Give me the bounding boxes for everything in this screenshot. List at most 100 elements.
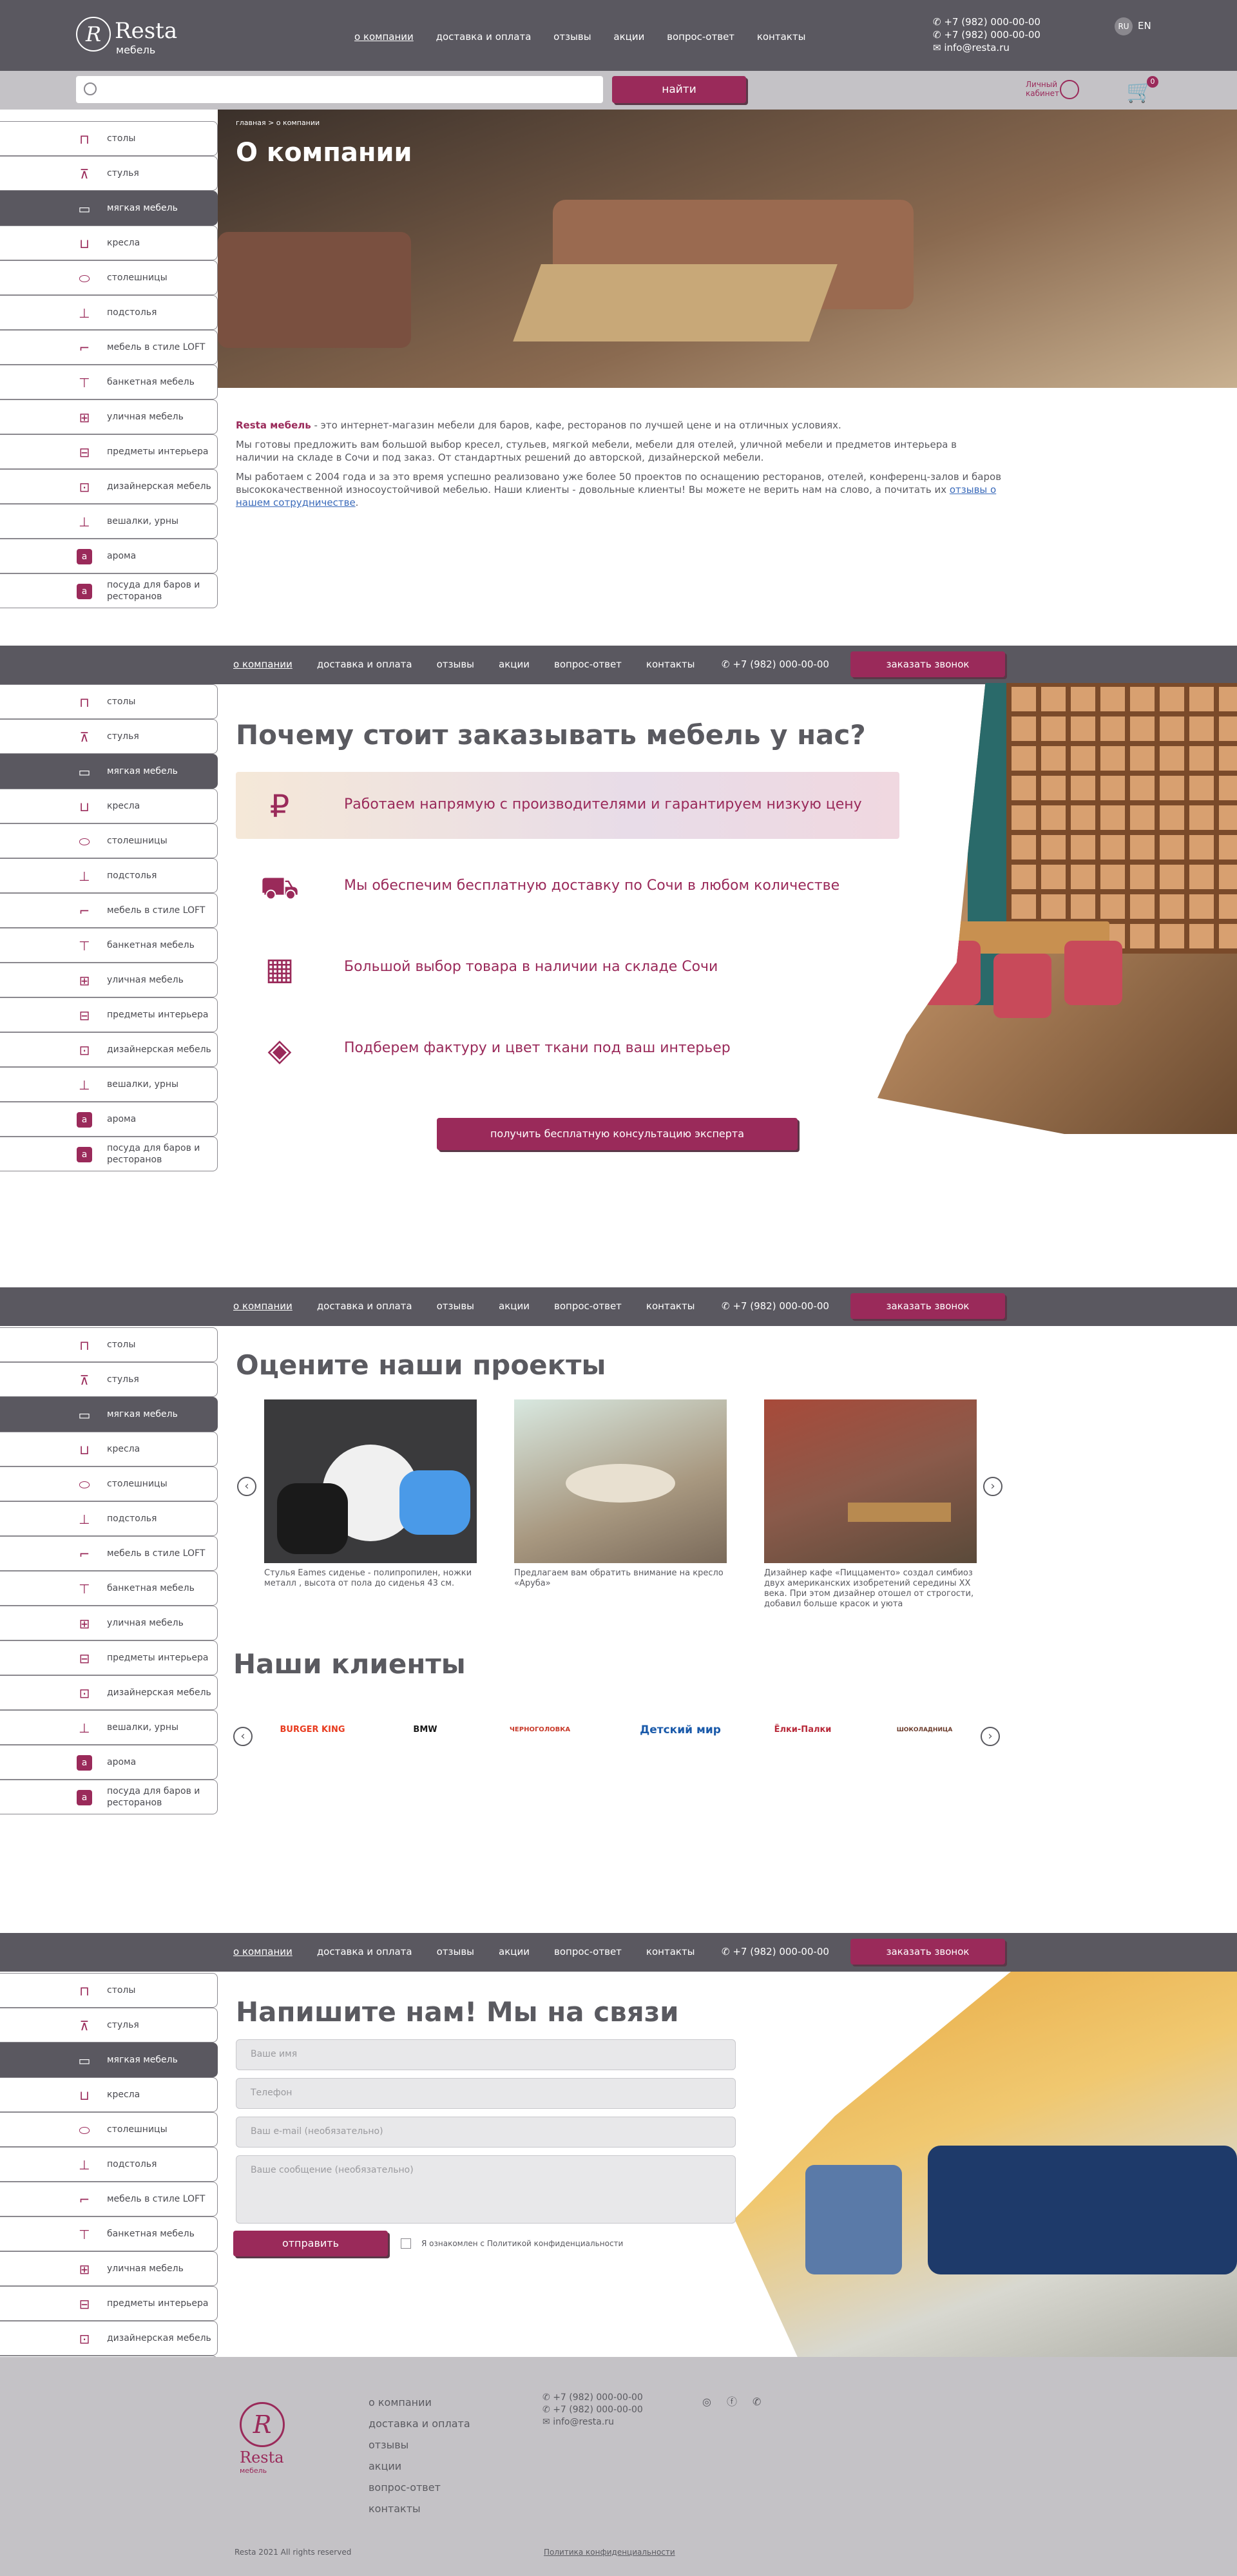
nav-delivery[interactable]: доставка и оплата — [317, 1300, 412, 1312]
sidebar-item[interactable]: ⊓ столы — [0, 1973, 218, 2008]
footer-nav-delivery[interactable]: доставка и оплата — [369, 2413, 470, 2434]
footer-nav-faq[interactable]: вопрос-ответ — [369, 2477, 470, 2498]
sidebar-item[interactable]: ⌐ мебель в стиле LOFT — [0, 1536, 218, 1571]
nav-delivery[interactable]: доставка и оплата — [317, 1946, 412, 1957]
send-button[interactable]: отправить — [233, 2231, 388, 2256]
sidebar-item[interactable]: a арома — [0, 1102, 218, 1137]
sidebar-item[interactable]: a арома — [0, 539, 218, 573]
sidebar-item[interactable]: ⊟ предметы интерьера — [0, 997, 218, 1032]
footer-phone-1[interactable]: +7 (982) 000-00-00 — [553, 2392, 643, 2403]
sidebar-item[interactable]: ⊡ дизайнерская мебель — [0, 2321, 218, 2356]
callback-button[interactable]: заказать звонок — [850, 651, 1005, 677]
sidebar-item[interactable]: ⊔ кресла — [0, 2077, 218, 2112]
sidebar-item[interactable]: ⊼ стулья — [0, 719, 218, 754]
nav-promos[interactable]: акции — [613, 31, 644, 43]
sidebar-item[interactable]: ⊡ дизайнерская мебель — [0, 1032, 218, 1067]
email-input[interactable]: Ваш e-mail (необязательно) — [236, 2117, 736, 2148]
nav-about[interactable]: о компании — [233, 658, 292, 670]
next-arrow-icon[interactable]: › — [983, 1477, 1002, 1496]
project-card[interactable]: Дизайнер кафе «Пиццаменто» создал симбио… — [764, 1399, 977, 1609]
nav-contacts[interactable]: контакты — [646, 1300, 695, 1312]
sidebar-item[interactable]: ⊥ вешалки, урны — [0, 504, 218, 539]
sidebar-item[interactable]: ⊤ банкетная мебель — [0, 1571, 218, 1606]
consultation-button[interactable]: получить бесплатную консультацию эксперт… — [437, 1118, 798, 1150]
nav-promos[interactable]: акции — [499, 1300, 530, 1312]
sidebar-item[interactable]: ⊞ уличная мебель — [0, 1606, 218, 1640]
sidebar-item[interactable]: ⊡ дизайнерская мебель — [0, 1675, 218, 1710]
callback-button[interactable]: заказать звонок — [850, 1293, 1005, 1319]
sidebar-item[interactable]: ▭ мягкая мебель — [0, 191, 218, 226]
nav-about[interactable]: о компании — [233, 1946, 292, 1957]
account-label[interactable]: Личный кабинет — [1026, 80, 1059, 98]
footer-email[interactable]: info@resta.ru — [553, 2417, 614, 2427]
sidebar-item[interactable]: ⊥ вешалки, урны — [0, 1067, 218, 1102]
whatsapp-icon[interactable]: ✆ — [753, 2396, 761, 2408]
instagram-icon[interactable]: ◎ — [702, 2396, 711, 2408]
lang-en[interactable]: EN — [1138, 20, 1151, 32]
facebook-icon[interactable]: ⓕ — [727, 2396, 737, 2408]
header-phone-2[interactable]: +7 (982) 000-00-00 — [944, 29, 1040, 41]
nav-delivery[interactable]: доставка и оплата — [436, 31, 532, 43]
sidebar-item[interactable]: ⊥ подстолья — [0, 2147, 218, 2182]
breadcrumb[interactable]: главная > о компании — [236, 119, 320, 127]
sidebar-item[interactable]: ⊟ предметы интерьера — [0, 1640, 218, 1675]
cart-icon[interactable]: 🛒 0 — [1126, 76, 1158, 104]
sidebar-item[interactable]: ⊞ уличная мебель — [0, 2251, 218, 2286]
logo[interactable]: R Resta мебель — [76, 14, 205, 59]
footer-nav-about[interactable]: о компании — [369, 2392, 470, 2413]
nav-about[interactable]: о компании — [233, 1300, 292, 1312]
header-email[interactable]: info@resta.ru — [944, 42, 1010, 53]
prev-arrow-icon[interactable]: ‹ — [233, 1727, 253, 1746]
sidebar-item[interactable]: ⌐ мебель в стиле LOFT — [0, 330, 218, 365]
sidebar-item[interactable]: ⊥ вешалки, урны — [0, 1710, 218, 1745]
sidebar-item[interactable]: ⊥ подстолья — [0, 1501, 218, 1536]
nav-reviews[interactable]: отзывы — [437, 1946, 474, 1957]
project-card[interactable]: Стулья Eames сиденье - полипропилен, нож… — [264, 1399, 477, 1588]
nav-reviews[interactable]: отзывы — [437, 1300, 474, 1312]
footer-nav-contacts[interactable]: контакты — [369, 2498, 470, 2519]
sidebar-item[interactable]: ⬭ столешницы — [0, 2112, 218, 2147]
sidebar-item[interactable]: a посуда для баров и ресторанов — [0, 1137, 218, 1171]
consent-checkbox[interactable] — [401, 2238, 411, 2249]
nav-reviews[interactable]: отзывы — [553, 31, 591, 43]
sidebar-item[interactable]: ▭ мягкая мебель — [0, 1397, 218, 1432]
sidebar-item[interactable]: ⊥ подстолья — [0, 858, 218, 893]
nav-reviews[interactable]: отзывы — [437, 658, 474, 670]
sidebar-item[interactable]: ⊤ банкетная мебель — [0, 365, 218, 399]
sidebar-item[interactable]: ⊟ предметы интерьера — [0, 434, 218, 469]
sidebar-item[interactable]: ⊤ банкетная мебель — [0, 928, 218, 963]
message-textarea[interactable]: Ваше сообщение (необязательно) — [236, 2155, 736, 2224]
secbar-phone[interactable]: +7 (982) 000-00-00 — [733, 658, 829, 670]
privacy-link[interactable]: Политика конфиденциальности — [544, 2548, 675, 2557]
nav-faq[interactable]: вопрос-ответ — [667, 31, 734, 43]
sidebar-item[interactable]: ⬭ столешницы — [0, 260, 218, 295]
footer-nav-reviews[interactable]: отзывы — [369, 2434, 470, 2456]
name-input[interactable]: Ваше имя — [236, 2039, 736, 2070]
sidebar-item[interactable]: ⊥ подстолья — [0, 295, 218, 330]
sidebar-item[interactable]: ⊡ дизайнерская мебель — [0, 469, 218, 504]
sidebar-item[interactable]: ⌐ мебель в стиле LOFT — [0, 2182, 218, 2216]
lang-ru[interactable]: RU — [1115, 17, 1133, 35]
sidebar-item[interactable]: ⊓ столы — [0, 684, 218, 719]
sidebar-item[interactable]: ⊞ уличная мебель — [0, 963, 218, 997]
sidebar-item[interactable]: ⊓ столы — [0, 121, 218, 156]
phone-input[interactable]: Телефон — [236, 2078, 736, 2109]
nav-contacts[interactable]: контакты — [646, 1946, 695, 1957]
search-input[interactable] — [76, 76, 603, 103]
footer-nav-promos[interactable]: акции — [369, 2456, 470, 2477]
next-arrow-icon[interactable]: › — [981, 1727, 1000, 1746]
search-button[interactable]: найти — [612, 76, 746, 103]
sidebar-item[interactable]: ▭ мягкая мебель — [0, 754, 218, 789]
user-icon[interactable] — [1060, 80, 1079, 99]
consent-label[interactable]: Я ознакомлен с Политикой конфиденциально… — [421, 2239, 623, 2248]
sidebar-item[interactable]: ⌐ мебель в стиле LOFT — [0, 893, 218, 928]
sidebar-item[interactable]: a посуда для баров и ресторанов — [0, 1780, 218, 1814]
footer-logo[interactable]: R Resta мебель — [240, 2402, 291, 2479]
project-card[interactable]: Предлагаем вам обратить внимание на крес… — [514, 1399, 727, 1588]
sidebar-item[interactable]: ⊼ стулья — [0, 2008, 218, 2043]
nav-faq[interactable]: вопрос-ответ — [554, 1946, 622, 1957]
nav-faq[interactable]: вопрос-ответ — [554, 1300, 622, 1312]
footer-phone-2[interactable]: +7 (982) 000-00-00 — [553, 2405, 643, 2415]
sidebar-item[interactable]: ⊼ стулья — [0, 1362, 218, 1397]
prev-arrow-icon[interactable]: ‹ — [237, 1477, 256, 1496]
